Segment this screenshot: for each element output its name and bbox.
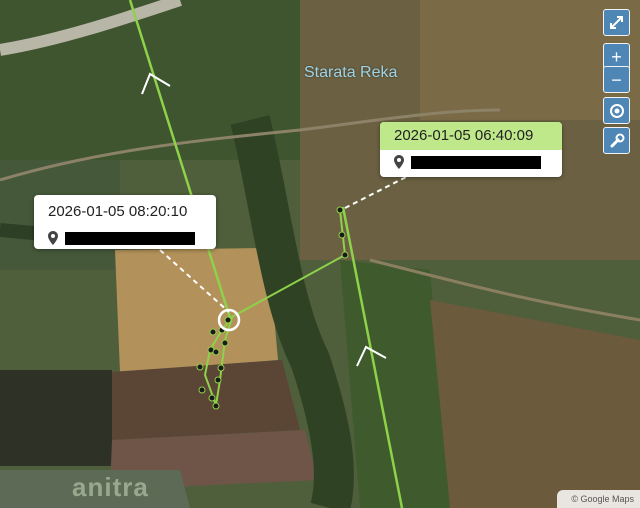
location-redacted [65, 231, 195, 245]
expand-icon [610, 16, 623, 29]
target-icon [609, 103, 624, 118]
settings-button[interactable] [603, 127, 630, 154]
map-view[interactable]: Starata Reka 2026-01-05 08:20:10 2026-01… [0, 0, 640, 508]
location-pin-icon [48, 231, 58, 245]
wrench-icon [610, 133, 624, 147]
popup-timestamp: 2026-01-05 06:40:09 [380, 122, 562, 150]
plus-icon: + [611, 46, 622, 67]
place-label: Starata Reka [304, 64, 398, 81]
anitra-logo: anitra [72, 472, 149, 502]
popup-timestamp: 2026-01-05 08:20:10 [48, 203, 188, 220]
zoom-out-button[interactable]: − [603, 66, 630, 93]
location-pin-icon [394, 155, 404, 169]
fullscreen-button[interactable] [603, 9, 630, 36]
popup-left[interactable]: 2026-01-05 08:20:10 [34, 195, 216, 249]
location-redacted [411, 155, 541, 169]
field-stubble [115, 248, 278, 372]
map-attribution[interactable]: © Google Maps [557, 490, 640, 508]
locate-button[interactable] [603, 97, 630, 124]
minus-icon: − [611, 69, 622, 90]
popup-right[interactable]: 2026-01-05 06:40:09 [380, 122, 562, 177]
